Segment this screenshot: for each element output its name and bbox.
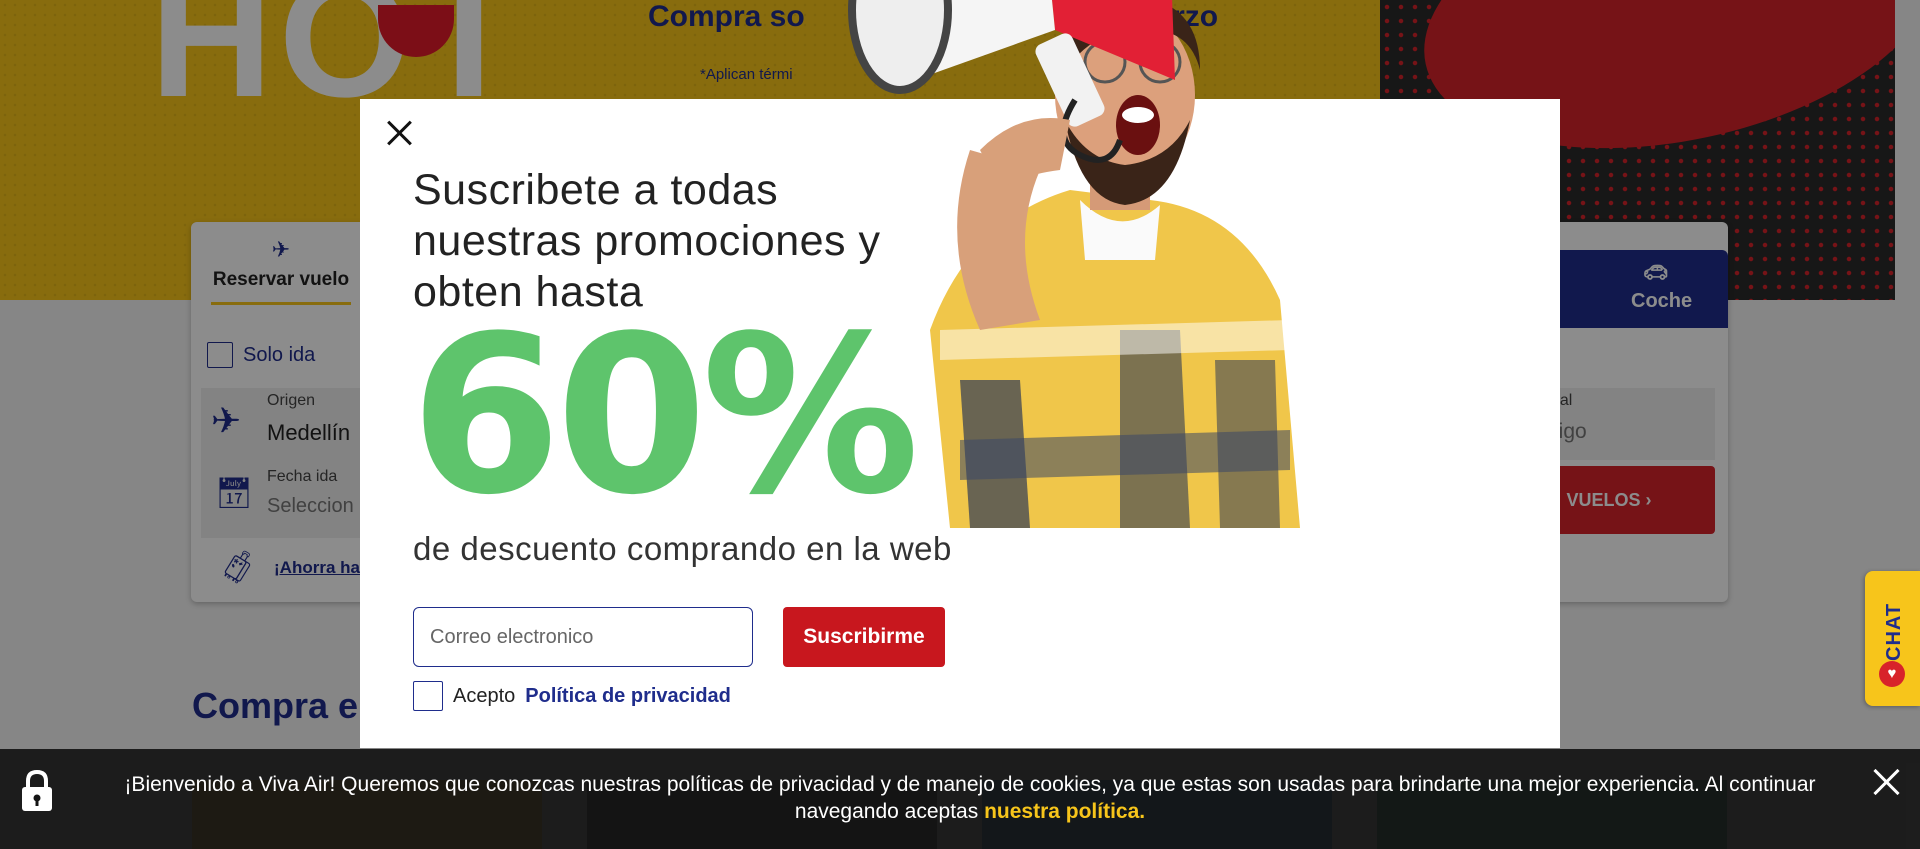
chat-label: CHAT [1883, 602, 1905, 661]
cookie-message: ¡Bienvenido a Viva Air! Queremos que con… [80, 771, 1860, 825]
cookie-policy-link[interactable]: nuestra política. [984, 800, 1145, 823]
email-field[interactable] [413, 607, 753, 667]
close-icon[interactable] [1872, 767, 1902, 797]
cookie-banner: ¡Bienvenido a Viva Air! Queremos que con… [0, 749, 1920, 849]
privacy-consent: Acepto Política de privacidad [413, 681, 731, 711]
chat-heart-icon: ♥ [1879, 661, 1905, 687]
privacy-prefix: Acepto [453, 684, 516, 707]
subscribe-button[interactable]: Suscribirme [783, 607, 945, 667]
discount-percent: 60% [410, 290, 920, 543]
cookie-text: ¡Bienvenido a Viva Air! Queremos que con… [124, 773, 1816, 823]
close-icon[interactable] [382, 115, 418, 151]
privacy-policy-link[interactable]: Política de privacidad [525, 685, 731, 708]
chat-tab[interactable]: CHAT ♥ [1865, 571, 1920, 706]
lock-icon [22, 769, 52, 811]
discount-text: de descuento comprando en la web [413, 530, 952, 567]
privacy-checkbox[interactable] [413, 681, 443, 711]
subscribe-modal: Suscribete a todas nuestras promociones … [360, 0, 1560, 748]
